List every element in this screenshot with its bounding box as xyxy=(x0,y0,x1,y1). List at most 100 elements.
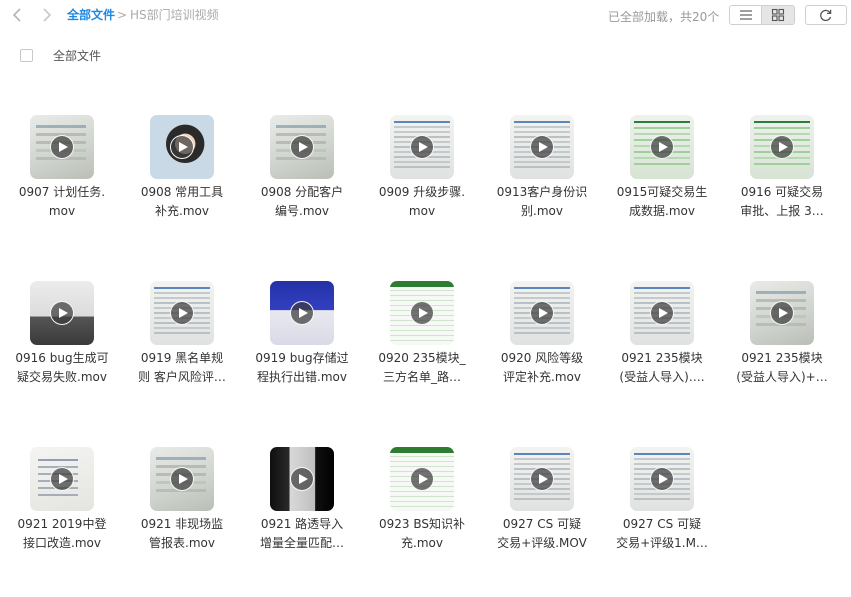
video-thumbnail[interactable] xyxy=(630,115,694,179)
file-name[interactable]: 0927 CS 可疑 交易+评级.MOV xyxy=(482,515,602,553)
file-item[interactable]: 0919 bug存储过 程执行出错.mov xyxy=(242,281,362,431)
file-name[interactable]: 0909 升级步骤. mov xyxy=(362,183,482,221)
play-icon xyxy=(170,301,194,325)
file-name-line: 0921 路透导入 xyxy=(260,517,344,531)
file-item[interactable]: 0921 235模块 (受益人导入)+… xyxy=(722,281,842,431)
video-thumbnail[interactable] xyxy=(390,115,454,179)
file-name-line: 0923 BS知识补 xyxy=(379,517,465,531)
file-name-line: 0919 bug存储过 xyxy=(255,351,349,365)
file-name-line: 管报表.mov xyxy=(149,536,215,550)
play-icon xyxy=(290,467,314,491)
file-name[interactable]: 0916 bug生成可 疑交易失败.mov xyxy=(2,349,122,387)
file-name[interactable]: 0919 bug存储过 程执行出错.mov xyxy=(242,349,362,387)
file-item[interactable]: 0921 路透导入 增量全量匹配… xyxy=(242,447,362,597)
file-name-line: 交易+评级.MOV xyxy=(497,536,587,550)
file-name-line: 成数据.mov xyxy=(629,204,695,218)
play-icon xyxy=(50,301,74,325)
file-name[interactable]: 0908 常用工具 补充.mov xyxy=(122,183,242,221)
play-icon xyxy=(410,135,434,159)
video-thumbnail[interactable] xyxy=(150,115,214,179)
file-item[interactable]: 0927 CS 可疑 交易+评级.MOV xyxy=(482,447,602,597)
file-item[interactable]: 0908 分配客户 编号.mov xyxy=(242,115,362,265)
file-item[interactable]: 0915可疑交易生 成数据.mov xyxy=(602,115,722,265)
file-item[interactable]: 0927 CS 可疑 交易+评级1.M… xyxy=(602,447,722,597)
select-all-label: 全部文件 xyxy=(53,49,102,63)
video-thumbnail[interactable] xyxy=(390,281,454,345)
file-name[interactable]: 0921 235模块 (受益人导入)+… xyxy=(722,349,842,387)
file-name[interactable]: 0908 分配客户 编号.mov xyxy=(242,183,362,221)
file-item[interactable]: 0920 235模块_ 三方名单_路… xyxy=(362,281,482,431)
file-name-line: 0919 黑名单规 xyxy=(140,351,224,365)
file-name-line: 编号.mov xyxy=(275,204,329,218)
file-item[interactable]: 0921 非现场监 管报表.mov xyxy=(122,447,242,597)
file-name[interactable]: 0920 235模块_ 三方名单_路… xyxy=(362,349,482,387)
video-thumbnail[interactable] xyxy=(30,447,94,511)
file-item[interactable]: 0919 黑名单规则 客户风险评… xyxy=(122,281,242,431)
file-name[interactable]: 0920 风险等级 评定补充.mov xyxy=(482,349,602,387)
video-thumbnail[interactable] xyxy=(150,447,214,511)
file-item[interactable]: 0913客户身份识 别.mov xyxy=(482,115,602,265)
file-name[interactable]: 0913客户身份识 别.mov xyxy=(482,183,602,221)
file-name-line: 0913客户身份识 xyxy=(496,185,588,199)
file-item[interactable]: 0921 2019中登 接口改造.mov xyxy=(2,447,122,597)
video-thumbnail[interactable] xyxy=(510,115,574,179)
breadcrumb-root[interactable]: 全部文件 xyxy=(67,7,115,23)
video-thumbnail[interactable] xyxy=(630,281,694,345)
file-name-line: 接口改造.mov xyxy=(23,536,101,550)
video-thumbnail[interactable] xyxy=(30,281,94,345)
file-name-line: 0921 235模块 xyxy=(741,351,823,365)
video-thumbnail[interactable] xyxy=(510,447,574,511)
file-name-line: 评定补充.mov xyxy=(503,370,581,384)
video-thumbnail[interactable] xyxy=(30,115,94,179)
file-item[interactable]: 0908 常用工具 补充.mov xyxy=(122,115,242,265)
video-thumbnail[interactable] xyxy=(390,447,454,511)
toolbar: 全部文件 > HS部门培训视频 已全部加载，共20个 xyxy=(0,0,851,32)
chevron-left-icon[interactable] xyxy=(9,6,27,24)
video-thumbnail[interactable] xyxy=(270,115,334,179)
play-icon xyxy=(650,135,674,159)
grid-view-button[interactable] xyxy=(762,6,794,24)
file-name[interactable]: 0915可疑交易生 成数据.mov xyxy=(602,183,722,221)
file-name[interactable]: 0919 黑名单规则 客户风险评… xyxy=(122,349,242,387)
file-item[interactable]: 0909 升级步骤. mov xyxy=(362,115,482,265)
video-thumbnail[interactable] xyxy=(150,281,214,345)
breadcrumb-separator: > xyxy=(117,8,128,22)
file-name-line: 0908 常用工具 xyxy=(140,185,224,199)
play-icon xyxy=(770,135,794,159)
play-icon xyxy=(770,301,794,325)
file-item[interactable]: 0907 计划任务. mov xyxy=(2,115,122,265)
file-name-line: 0920 235模块_ xyxy=(378,351,466,365)
file-name-line: 充.mov xyxy=(401,536,443,550)
file-item[interactable]: 0923 BS知识补 充.mov xyxy=(362,447,482,597)
video-thumbnail[interactable] xyxy=(510,281,574,345)
load-status: 已全部加载，共20个 xyxy=(608,10,720,24)
file-name[interactable]: 0927 CS 可疑 交易+评级1.M… xyxy=(602,515,722,553)
file-item[interactable]: 0916 bug生成可 疑交易失败.mov xyxy=(2,281,122,431)
list-view-button[interactable] xyxy=(730,6,762,24)
chevron-right-icon[interactable] xyxy=(37,6,55,24)
file-name[interactable]: 0921 235模块 (受益人导入)…. xyxy=(602,349,722,387)
video-thumbnail[interactable] xyxy=(270,447,334,511)
file-item[interactable]: 0916 可疑交易 审批、上报 3… xyxy=(722,115,842,265)
file-name-line: 增量全量匹配… xyxy=(259,536,344,550)
video-thumbnail[interactable] xyxy=(750,281,814,345)
file-name[interactable]: 0921 非现场监 管报表.mov xyxy=(122,515,242,553)
view-toggle xyxy=(729,5,795,25)
video-thumbnail[interactable] xyxy=(630,447,694,511)
file-item[interactable]: 0920 风险等级 评定补充.mov xyxy=(482,281,602,431)
refresh-button[interactable] xyxy=(805,5,847,25)
select-all-checkbox[interactable] xyxy=(20,49,33,62)
file-item[interactable]: 0921 235模块 (受益人导入)…. xyxy=(602,281,722,431)
file-name[interactable]: 0921 2019中登 接口改造.mov xyxy=(2,515,122,553)
file-name-line: 0921 235模块 xyxy=(621,351,703,365)
file-name-line: 补充.mov xyxy=(155,204,209,218)
file-name[interactable]: 0907 计划任务. mov xyxy=(2,183,122,221)
file-name[interactable]: 0923 BS知识补 充.mov xyxy=(362,515,482,553)
video-thumbnail[interactable] xyxy=(750,115,814,179)
play-icon xyxy=(530,467,554,491)
file-name[interactable]: 0916 可疑交易 审批、上报 3… xyxy=(722,183,842,221)
play-icon xyxy=(50,467,74,491)
file-name-line: 疑交易失败.mov xyxy=(17,370,107,384)
video-thumbnail[interactable] xyxy=(270,281,334,345)
file-name[interactable]: 0921 路透导入 增量全量匹配… xyxy=(242,515,362,553)
